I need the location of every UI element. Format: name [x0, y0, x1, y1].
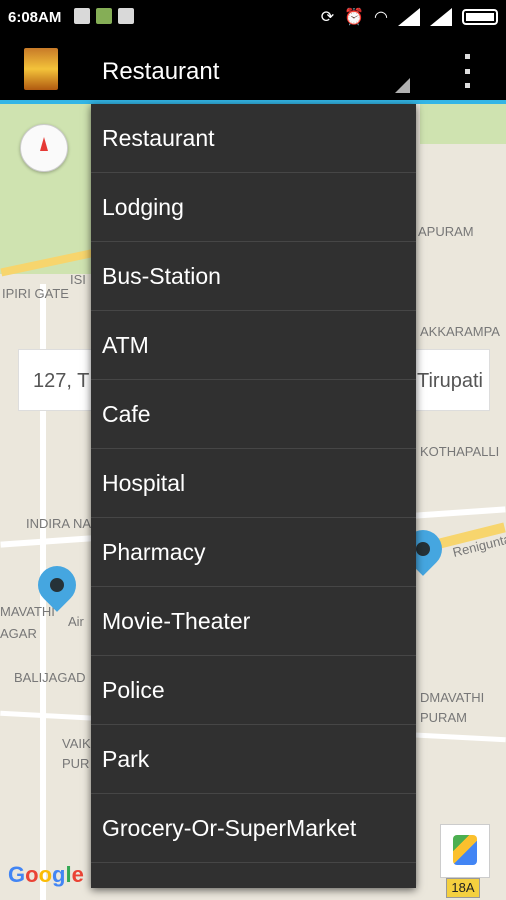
address-text-right: Tirupati	[417, 370, 483, 392]
map-label: KOTHAPALLI	[420, 444, 500, 459]
map-label: ISI	[70, 272, 86, 287]
notification-app-icon	[74, 8, 90, 24]
signal-icon-2	[430, 8, 452, 26]
dropdown-item-pharmacy[interactable]: Pharmacy	[91, 518, 416, 587]
system-icons: ⟳ ⏰ ◠	[321, 7, 498, 27]
sync-off-icon: ⟳	[320, 9, 335, 26]
status-bar: 6:08AM ⟳ ⏰ ◠	[0, 0, 506, 38]
wifi-icon: ◠	[374, 9, 388, 26]
map-label: DMAVATHI	[420, 690, 485, 705]
dropdown-item-local-government[interactable]: Local-Government-Off	[91, 863, 416, 889]
app-logo-icon[interactable]	[24, 48, 58, 90]
dropdown-item-grocery[interactable]: Grocery-Or-SuperMarket	[91, 794, 416, 863]
map-park-area	[420, 104, 506, 144]
android-debug-icon	[96, 8, 112, 24]
spinner-arrow-icon[interactable]	[395, 78, 410, 93]
status-time: 6:08AM	[8, 9, 62, 26]
action-bar: Restaurant	[0, 38, 506, 100]
compass-button[interactable]	[20, 124, 68, 172]
google-logo: Google	[8, 862, 84, 887]
dropdown-item-bus-station[interactable]: Bus-Station	[91, 242, 416, 311]
map-label: INDIRA NA	[26, 516, 92, 531]
signal-icon-1	[398, 8, 420, 26]
overflow-menu-icon[interactable]	[460, 54, 474, 88]
map-label: PUR	[62, 756, 90, 771]
category-dropdown: Restaurant Lodging Bus-Station ATM Cafe …	[91, 104, 416, 888]
address-text-left: 127, T	[33, 370, 90, 392]
map-label: APURAM	[418, 224, 474, 239]
dropdown-item-atm[interactable]: ATM	[91, 311, 416, 380]
alarm-icon: ⏰	[344, 9, 365, 26]
dropdown-item-hospital[interactable]: Hospital	[91, 449, 416, 518]
category-spinner[interactable]: Restaurant	[102, 58, 219, 86]
map-label: IPIRI GATE	[2, 286, 69, 301]
dropdown-item-movie-theater[interactable]: Movie-Theater	[91, 587, 416, 656]
battery-icon	[462, 9, 498, 25]
map-label: AGAR	[0, 626, 37, 641]
map-label: Air	[68, 614, 84, 629]
dropdown-item-cafe[interactable]: Cafe	[91, 380, 416, 449]
route-badge: 18A	[446, 878, 480, 898]
dropdown-item-lodging[interactable]: Lodging	[91, 173, 416, 242]
map-label: AKKARAMPA	[420, 324, 500, 339]
map-label: PURAM	[420, 710, 467, 725]
store-icon	[118, 8, 134, 24]
map-label: BALIJAGAD	[14, 670, 86, 685]
google-maps-icon[interactable]	[440, 824, 490, 878]
dropdown-item-restaurant[interactable]: Restaurant	[91, 104, 416, 173]
dropdown-item-park[interactable]: Park	[91, 725, 416, 794]
notification-icons	[74, 8, 134, 24]
map-label: MAVATHI	[0, 604, 55, 619]
dropdown-item-police[interactable]: Police	[91, 656, 416, 725]
